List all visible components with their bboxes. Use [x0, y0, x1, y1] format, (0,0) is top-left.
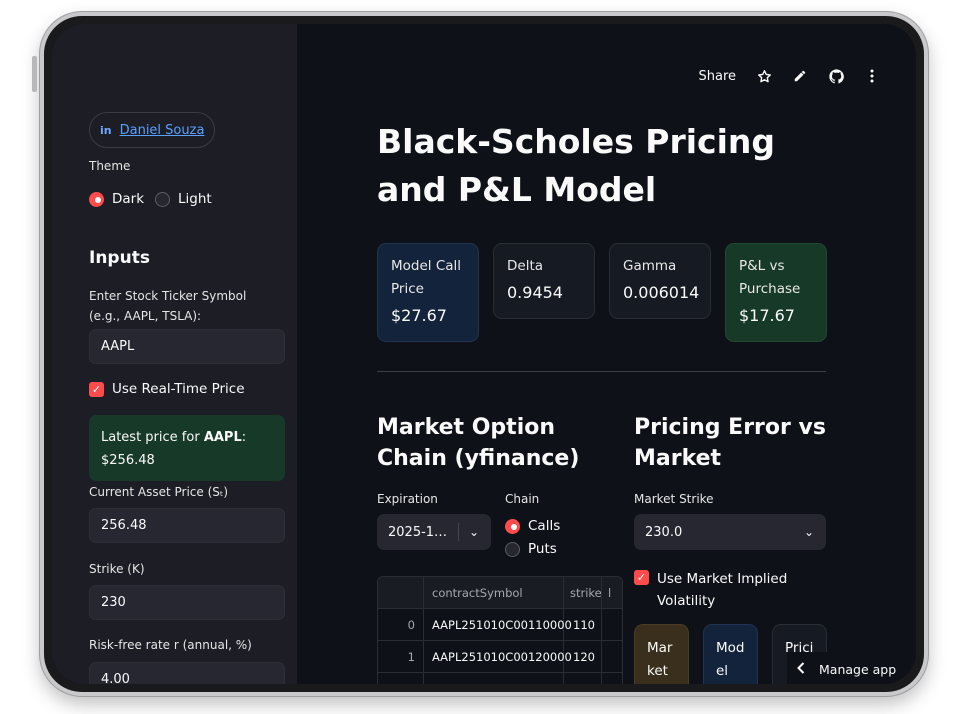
- row-strike: 110: [564, 609, 602, 641]
- side-button: [32, 56, 37, 92]
- metric-value: $17.67: [739, 306, 795, 325]
- row-contract: AAPL251010C00120000: [424, 641, 572, 673]
- row-index: [378, 673, 424, 684]
- strike-input[interactable]: 230: [89, 585, 285, 620]
- option-chain-title: Market Option Chain (yfinance): [377, 415, 580, 471]
- row-strike: 120: [564, 641, 602, 673]
- row-index: 1: [378, 641, 424, 673]
- expiration-select[interactable]: 2025-1… ⌄: [377, 514, 491, 550]
- row-strike: [564, 673, 602, 684]
- metric-label: P&L vs Purchase: [739, 258, 801, 297]
- market-strike-select[interactable]: 230.0 ⌄: [634, 514, 826, 550]
- linkedin-badge[interactable]: in Daniel Souza: [89, 112, 216, 148]
- pencil-icon[interactable]: [792, 68, 808, 84]
- metric-gamma: Gamma 0.006014: [609, 243, 711, 319]
- radio-dark[interactable]: [89, 191, 104, 207]
- chain-label: Chain: [505, 492, 540, 506]
- chain-calls-option[interactable]: Calls: [505, 518, 560, 534]
- github-icon[interactable]: [828, 68, 844, 84]
- ticker-label: Enter Stock Ticker Symbol (e.g., AAPL, T…: [89, 289, 247, 323]
- tablet-frame: in Daniel Souza Theme Dark Light Inputs …: [32, 12, 928, 696]
- theme-dark-label: Dark: [112, 191, 145, 207]
- calls-label: Calls: [528, 518, 561, 534]
- metric-value: 0.006014: [623, 283, 700, 302]
- strike-label: Strike (K): [89, 562, 145, 576]
- table-row[interactable]: 0 AAPL251010C00110000 110: [378, 609, 622, 641]
- theme-dark-option[interactable]: Dark: [89, 191, 144, 207]
- metric-call-price: Model Call Price $27.67: [377, 243, 479, 342]
- metric-label: Model Call Price: [391, 258, 462, 297]
- metric-label: Gamma: [623, 258, 677, 274]
- linkedin-link[interactable]: Daniel Souza: [120, 123, 205, 138]
- asset-price-input[interactable]: 256.48: [89, 508, 285, 543]
- app-screen: in Daniel Souza Theme Dark Light Inputs …: [52, 24, 916, 684]
- inputs-title: Inputs: [89, 248, 150, 268]
- implied-vol-checkbox-row[interactable]: ✓ Use Market Implied Volatility: [634, 568, 797, 612]
- asset-price-label: Current Asset Price (Sₜ): [89, 485, 229, 499]
- select-divider: [458, 523, 459, 541]
- implied-vol-label: Use Market Implied Volatility: [657, 571, 788, 609]
- latest-price-alert: Latest price for AAPL: $256.48: [89, 415, 285, 481]
- implied-vol-checkbox[interactable]: ✓: [634, 570, 649, 585]
- table-header-index: [378, 577, 424, 609]
- ticker-input[interactable]: AAPL: [89, 329, 285, 364]
- latest-price: $256.48: [101, 453, 155, 468]
- radio-light[interactable]: [155, 191, 170, 207]
- sidebar: in Daniel Souza Theme Dark Light Inputs …: [52, 24, 297, 684]
- table-row[interactable]: [378, 673, 622, 684]
- more-vertical-icon[interactable]: [864, 68, 880, 84]
- realtime-checkbox-row[interactable]: ✓ Use Real-Time Price: [89, 381, 245, 397]
- rate-input[interactable]: 4.00: [89, 662, 285, 684]
- latest-ticker: AAPL: [203, 430, 242, 445]
- chevron-down-icon: ⌄: [468, 525, 479, 539]
- linkedin-icon: in: [100, 123, 112, 137]
- mini-metric-market: Mar ket: [634, 624, 689, 684]
- rate-label: Risk-free rate r (annual, %): [89, 638, 252, 652]
- section-divider: [377, 371, 826, 372]
- mini-metric-label: Mod el: [716, 640, 745, 679]
- row-contract: [424, 673, 564, 684]
- metric-value: $27.67: [391, 306, 447, 325]
- page-title: Black-Scholes Pricing and P&L Model: [377, 122, 776, 209]
- table-row[interactable]: 1 AAPL251010C00120000 120: [378, 641, 622, 673]
- market-strike-label: Market Strike: [634, 492, 714, 506]
- row-index: 0: [378, 609, 424, 641]
- manage-app-label: Manage app: [819, 661, 897, 677]
- metric-label: Delta: [507, 258, 544, 274]
- metric-pnl: P&L vs Purchase $17.67: [725, 243, 827, 342]
- tablet-bezel: in Daniel Souza Theme Dark Light Inputs …: [44, 16, 924, 692]
- table-header-contract[interactable]: contractSymbol: [424, 577, 564, 609]
- realtime-checkbox[interactable]: ✓: [89, 381, 104, 397]
- table-header-strike[interactable]: strike: [564, 577, 602, 609]
- radio-puts[interactable]: [505, 541, 520, 557]
- radio-calls[interactable]: [505, 518, 520, 534]
- table-header-last[interactable]: l: [602, 577, 622, 609]
- expiration-label: Expiration: [377, 492, 438, 506]
- metric-value: 0.9454: [507, 283, 563, 302]
- manage-app-button[interactable]: Manage app: [787, 652, 916, 684]
- latest-prefix: Latest price for: [101, 430, 204, 445]
- expiration-value: 2025-1…: [388, 524, 448, 540]
- theme-light-label: Light: [178, 191, 212, 207]
- row-contract: AAPL251010C00110000: [424, 609, 572, 641]
- metric-delta: Delta 0.9454: [493, 243, 595, 319]
- chevron-down-icon: ⌄: [803, 525, 814, 539]
- table-header-row: contractSymbol strike l: [378, 577, 622, 609]
- option-chain-table[interactable]: contractSymbol strike l 0 AAPL251010C001…: [377, 576, 623, 684]
- chain-puts-option[interactable]: Puts: [505, 541, 557, 557]
- top-toolbar: Share: [698, 68, 880, 84]
- realtime-label: Use Real-Time Price: [112, 381, 245, 397]
- star-icon[interactable]: [756, 68, 772, 84]
- theme-light-option[interactable]: Light: [155, 191, 212, 207]
- share-button[interactable]: Share: [698, 69, 736, 84]
- pricing-error-title: Pricing Error vs Market: [634, 415, 826, 471]
- puts-label: Puts: [528, 541, 557, 557]
- mini-metric-model: Mod el: [703, 624, 758, 684]
- market-strike-value: 230.0: [645, 524, 683, 540]
- latest-suffix: :: [241, 430, 247, 445]
- theme-label: Theme: [89, 159, 131, 173]
- mini-metric-label: Mar ket: [647, 640, 673, 679]
- chevron-left-icon: [797, 661, 805, 677]
